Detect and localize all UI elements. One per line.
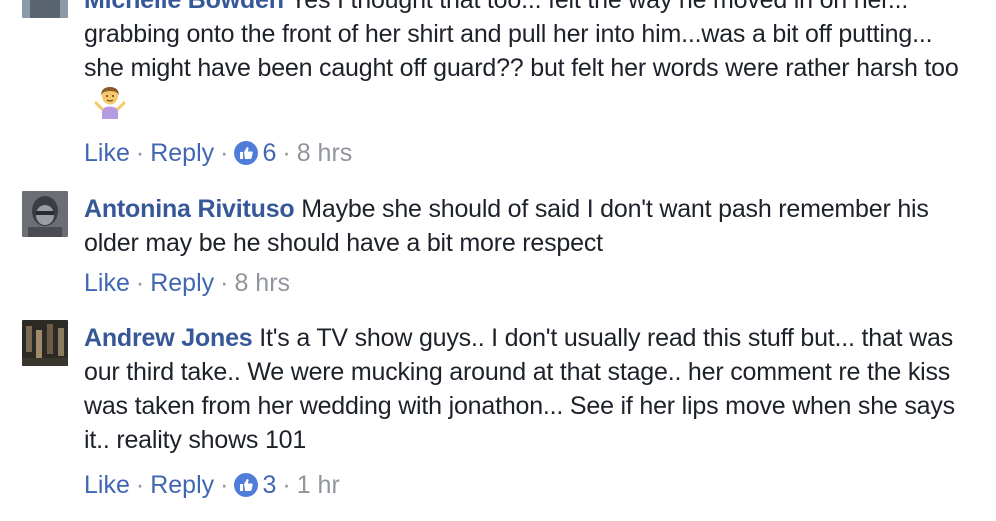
avatar-image xyxy=(22,320,68,366)
like-thumb-icon[interactable] xyxy=(234,141,259,165)
timestamp[interactable]: 8 hrs xyxy=(234,268,290,298)
comment-body: Antonina Rivituso Maybe she should of sa… xyxy=(84,192,974,260)
reply-link[interactable]: Reply xyxy=(150,470,214,500)
separator: · xyxy=(282,139,291,167)
separator: · xyxy=(220,471,229,499)
separator: · xyxy=(135,139,145,167)
timestamp[interactable]: 1 hr xyxy=(297,470,340,500)
reply-link[interactable]: Reply xyxy=(150,138,214,168)
avatar-image xyxy=(22,0,68,18)
like-link[interactable]: Like xyxy=(84,470,130,500)
like-link[interactable]: Like xyxy=(84,138,130,168)
comment-author[interactable]: Andrew Jones xyxy=(84,324,253,352)
avatar[interactable] xyxy=(22,0,68,18)
separator: · xyxy=(282,471,291,499)
comment-author[interactable]: Antonina Rivituso xyxy=(84,195,295,223)
comment-actions: Like · Reply · 6 · 8 hrs xyxy=(84,138,352,168)
reaction-count[interactable]: 3 xyxy=(262,470,276,500)
timestamp[interactable]: 8 hrs xyxy=(297,138,353,168)
avatar[interactable] xyxy=(22,191,68,237)
avatar[interactable] xyxy=(22,320,68,366)
separator: · xyxy=(220,139,229,167)
comment-body: Michelle Bowden Yes I thought that too..… xyxy=(84,0,974,122)
separator: · xyxy=(220,269,229,297)
like-link[interactable]: Like xyxy=(84,268,130,298)
comment-actions: Like · Reply · 3 · 1 hr xyxy=(84,470,340,500)
like-thumb-icon[interactable] xyxy=(234,473,259,497)
reply-link[interactable]: Reply xyxy=(150,268,214,298)
avatar-image xyxy=(22,191,68,237)
reaction-count[interactable]: 6 xyxy=(262,138,276,168)
person-shrugging-emoji xyxy=(94,85,126,119)
comment-author[interactable]: Michelle Bowden xyxy=(84,0,284,14)
comment-actions: Like · Reply · 8 hrs xyxy=(84,268,290,298)
separator: · xyxy=(135,269,145,297)
separator: · xyxy=(135,471,145,499)
comment-body: Andrew Jones It's a TV show guys.. I don… xyxy=(84,321,974,457)
